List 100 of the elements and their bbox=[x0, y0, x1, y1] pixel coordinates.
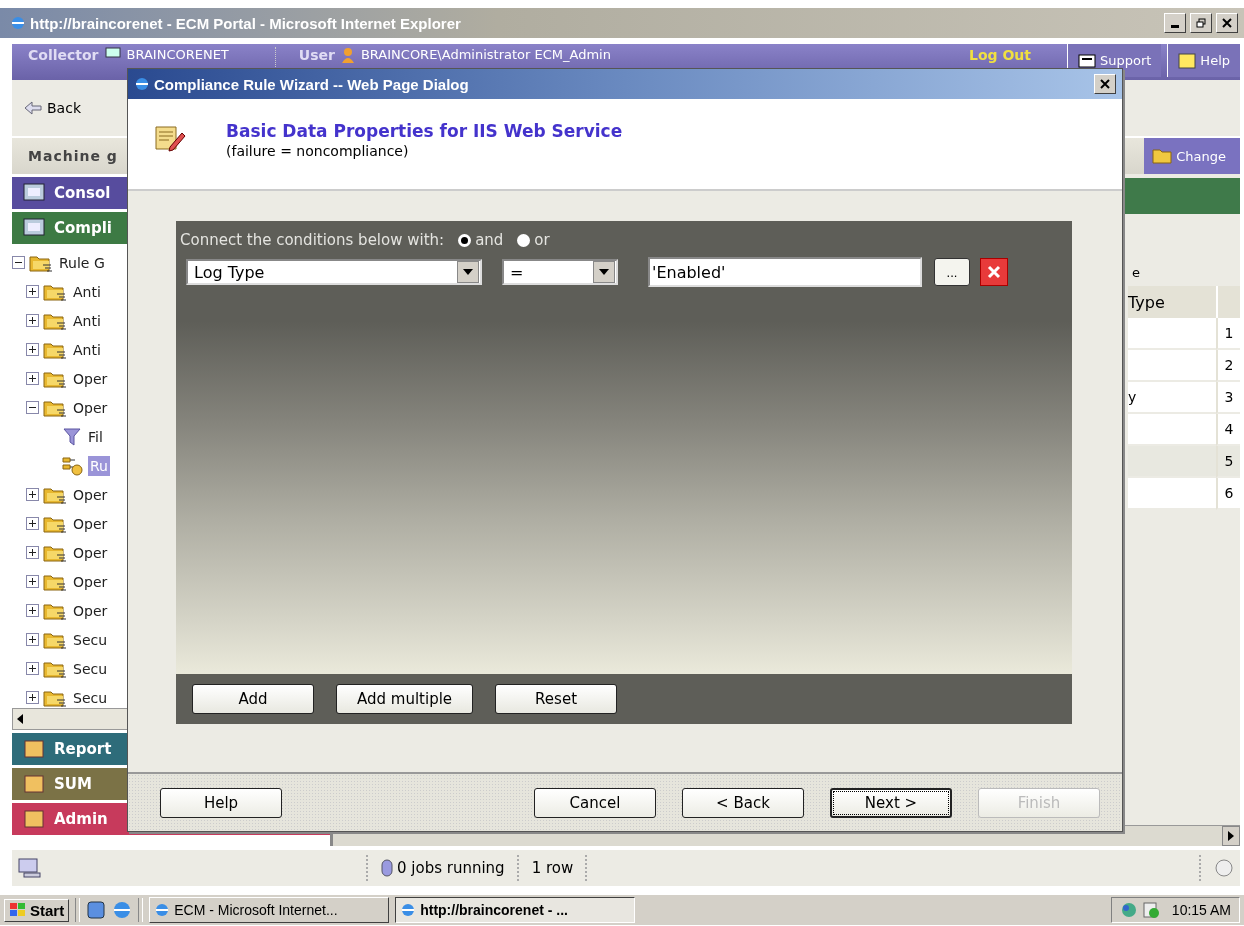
dropdown-arrow-icon bbox=[599, 269, 609, 275]
row-count: 1 row bbox=[531, 859, 574, 877]
header-label: Collector bbox=[28, 47, 99, 63]
plus-icon bbox=[27, 518, 38, 529]
collapse-toggle[interactable] bbox=[12, 256, 25, 269]
plus-icon bbox=[27, 576, 38, 587]
window-title: http://braincorenet - ECM Portal - Microsoft Internet Explorer bbox=[30, 14, 461, 32]
tree-item[interactable]: Oper bbox=[71, 542, 110, 563]
taskbar-button[interactable]: http://braincorenet - ... bbox=[395, 897, 636, 923]
plus-icon bbox=[27, 634, 38, 645]
restore-icon bbox=[1196, 18, 1206, 28]
console-icon bbox=[22, 217, 46, 239]
tree-item[interactable]: Secu bbox=[71, 658, 110, 679]
collapse-toggle[interactable] bbox=[26, 401, 39, 414]
wizard-button[interactable]: < Back bbox=[682, 787, 804, 818]
close-button[interactable] bbox=[1094, 74, 1116, 94]
radio-option[interactable]: or bbox=[517, 231, 550, 249]
back-button[interactable]: Back bbox=[24, 100, 81, 116]
minimize-button[interactable] bbox=[1164, 13, 1186, 33]
section-icon bbox=[22, 773, 46, 795]
tree-item[interactable]: Oper bbox=[71, 513, 110, 534]
radio-button[interactable] bbox=[517, 233, 531, 247]
action-button[interactable]: Reset bbox=[495, 684, 618, 714]
column-header[interactable]: Type bbox=[1128, 286, 1216, 318]
tree-item[interactable]: Oper bbox=[71, 397, 110, 418]
taskbar-button[interactable]: ECM - Microsoft Internet... bbox=[149, 897, 390, 923]
expand-toggle[interactable] bbox=[26, 372, 39, 385]
tree-item[interactable]: Fil bbox=[86, 426, 105, 447]
wizard-button[interactable]: Next > bbox=[830, 787, 952, 818]
folder-icon bbox=[1152, 148, 1173, 164]
right-arrow-icon bbox=[1226, 830, 1236, 842]
expand-toggle[interactable] bbox=[26, 343, 39, 356]
plus-icon bbox=[27, 344, 38, 355]
expand-toggle[interactable] bbox=[26, 517, 39, 530]
radio-option[interactable]: and bbox=[458, 231, 504, 249]
plus-icon bbox=[27, 315, 38, 326]
expand-toggle[interactable] bbox=[26, 575, 39, 588]
tree-item[interactable]: Anti bbox=[71, 310, 103, 331]
user-icon bbox=[340, 47, 355, 63]
dialog-title: Compliance Rule Wizard -- Web Page Dialog bbox=[154, 75, 469, 93]
scroll-right-button[interactable] bbox=[1222, 826, 1240, 846]
dialog-subheading: (failure = noncompliance) bbox=[226, 143, 410, 159]
tree-item[interactable]: Oper bbox=[71, 600, 110, 621]
caption-text: e bbox=[1132, 265, 1141, 280]
tree-item[interactable]: Secu bbox=[71, 687, 110, 708]
table-cell: 3 bbox=[1216, 382, 1240, 414]
remove-condition-button[interactable] bbox=[980, 258, 1008, 286]
radio-button[interactable] bbox=[458, 233, 472, 247]
header-label: User bbox=[298, 47, 335, 63]
operator-dropdown[interactable]: = bbox=[502, 259, 618, 285]
help-tab[interactable]: Help bbox=[1167, 44, 1240, 77]
value-field[interactable]: 'Enabled' bbox=[648, 257, 922, 287]
expand-toggle[interactable] bbox=[26, 314, 39, 327]
machine-label: Machine g bbox=[28, 148, 118, 164]
table-cell: 6 bbox=[1216, 478, 1240, 510]
cylinder-icon bbox=[381, 858, 393, 878]
plus-icon bbox=[27, 692, 38, 703]
console-icon bbox=[22, 182, 46, 204]
tree-item[interactable]: Oper bbox=[71, 368, 110, 389]
table-cell: 5 bbox=[1216, 446, 1240, 478]
expand-toggle[interactable] bbox=[26, 691, 39, 704]
section-icon bbox=[22, 808, 46, 830]
tree-item[interactable]: Anti bbox=[71, 339, 103, 360]
expand-toggle[interactable] bbox=[26, 633, 39, 646]
close-icon bbox=[1222, 18, 1232, 28]
start-button[interactable]: Start bbox=[4, 898, 70, 922]
expand-toggle[interactable] bbox=[26, 604, 39, 617]
browse-button[interactable]: ... bbox=[934, 258, 970, 286]
wizard-button[interactable]: Cancel bbox=[534, 787, 656, 818]
table-cell: 2 bbox=[1216, 350, 1240, 382]
tree-item[interactable]: Oper bbox=[71, 571, 110, 592]
desktop-icon[interactable] bbox=[86, 900, 107, 920]
expand-toggle[interactable] bbox=[26, 662, 39, 675]
expand-toggle[interactable] bbox=[26, 488, 39, 501]
change-button[interactable]: Change bbox=[1144, 138, 1240, 174]
field-dropdown[interactable]: Log Type bbox=[186, 259, 482, 285]
browser-icon bbox=[154, 902, 171, 918]
action-button[interactable]: Add multiple bbox=[336, 684, 474, 714]
plus-icon bbox=[27, 286, 38, 297]
plus-icon bbox=[27, 605, 38, 616]
windows-flag-icon bbox=[9, 902, 27, 918]
connect-label: Connect the conditions below with: bbox=[180, 231, 445, 249]
header-value: BRAINCORE\Administrator ECM_Admin bbox=[360, 47, 611, 62]
plus-icon bbox=[27, 489, 38, 500]
tree-item[interactable]: Oper bbox=[71, 484, 110, 505]
clock: 10:15 AM bbox=[1171, 902, 1231, 918]
expand-toggle[interactable] bbox=[26, 285, 39, 298]
browser-icon[interactable] bbox=[112, 900, 133, 920]
tree-item[interactable]: Rule G bbox=[57, 252, 107, 273]
header-value: BRAINCORENET bbox=[126, 47, 229, 62]
tree-item[interactable]: Anti bbox=[71, 281, 103, 302]
wizard-button[interactable]: Help bbox=[160, 787, 282, 818]
expand-toggle[interactable] bbox=[26, 546, 39, 559]
close-button[interactable] bbox=[1216, 13, 1238, 33]
restore-button[interactable] bbox=[1190, 13, 1212, 33]
media-icon[interactable] bbox=[1141, 901, 1160, 919]
network-icon[interactable] bbox=[1119, 901, 1138, 919]
action-button[interactable]: Add bbox=[192, 684, 314, 714]
computer-icon bbox=[104, 47, 121, 61]
tree-item[interactable]: Secu bbox=[71, 629, 110, 650]
